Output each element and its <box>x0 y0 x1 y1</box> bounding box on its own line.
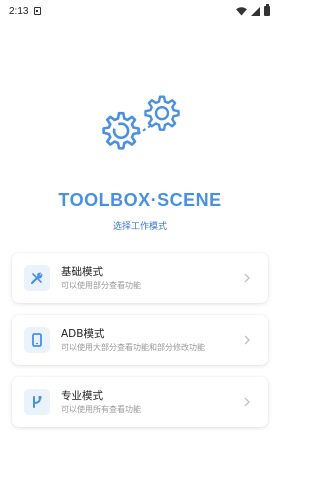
battery-icon <box>264 4 270 16</box>
mode-title: 基础模式 <box>61 265 103 278</box>
chevron-right-icon <box>240 335 254 345</box>
status-time: 2:13 <box>9 5 29 17</box>
branch-icon <box>24 389 50 415</box>
adb-mode-card[interactable]: ADB模式 可以使用大部分查看功能和部分修改功能 <box>12 315 268 365</box>
mode-description: 可以使用部分查看功能 <box>61 280 141 290</box>
basic-mode-card[interactable]: 基础模式 可以使用部分查看功能 <box>12 253 268 303</box>
chevron-right-icon <box>240 273 254 283</box>
mode-description: 可以使用所有查看功能 <box>61 404 141 414</box>
wrench-icon <box>24 265 50 291</box>
mode-select-subtitle: 选择工作模式 <box>112 222 167 232</box>
gears-logo-icon <box>102 95 180 150</box>
chevron-right-icon <box>240 397 254 407</box>
sim-card-icon <box>34 7 42 15</box>
phone-icon <box>24 327 50 353</box>
app-title: TOOLBOX·SCENE <box>58 190 222 210</box>
signal-icon <box>251 6 260 16</box>
mode-title: ADB模式 <box>61 327 105 340</box>
mode-title: 专业模式 <box>61 389 103 402</box>
professional-mode-card[interactable]: 专业模式 可以使用所有查看功能 <box>12 377 268 427</box>
status-bar: 2:13 <box>0 0 280 22</box>
wifi-icon <box>236 6 247 16</box>
mode-description: 可以使用大部分查看功能和部分修改功能 <box>61 342 205 352</box>
